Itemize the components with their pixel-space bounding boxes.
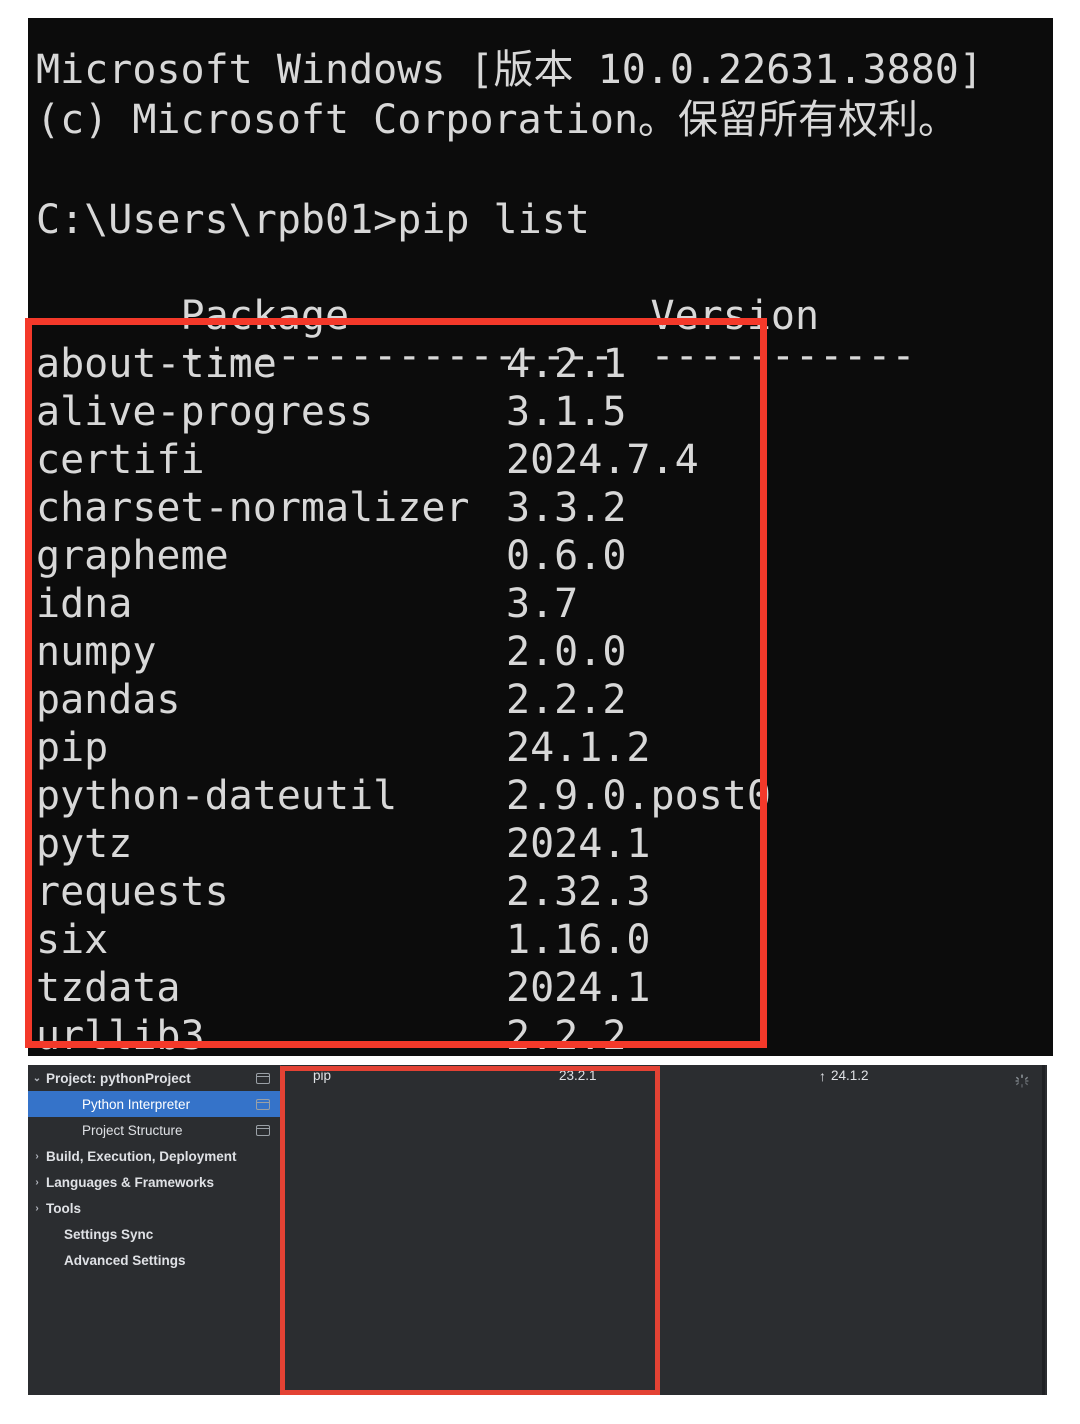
terminal-package-version: 24.1.2	[506, 725, 651, 771]
terminal-package-row: idna 3.7	[36, 580, 1046, 628]
terminal-copyright-line: (c) Microsoft Corporation。保留所有权利。	[36, 97, 959, 143]
chevron-down-icon[interactable]: ⌄	[28, 1073, 46, 1084]
terminal-package-version: 2.9.0.post0	[506, 773, 771, 819]
terminal-package-name: grapheme	[36, 533, 229, 579]
terminal-package-name: charset-normalizer	[36, 485, 470, 531]
sidebar-item-label: Python Interpreter	[82, 1096, 191, 1112]
terminal-package-name: pytz	[36, 821, 133, 867]
sidebar-item-settings-sync[interactable]: Settings Sync	[28, 1221, 280, 1247]
sidebar-item-build-execution-deployment[interactable]: › Build, Execution, Deployment	[28, 1143, 280, 1169]
terminal-package-name: pandas	[36, 677, 181, 723]
settings-category-tree[interactable]: ⌄ Project: pythonProject Python Interprete…	[28, 1065, 280, 1395]
modified-settings-icon	[256, 1098, 270, 1110]
sidebar-item-project-pythonproject[interactable]: ⌄ Project: pythonProject	[28, 1065, 280, 1091]
terminal-package-version: 3.3.2	[506, 485, 627, 531]
upgrade-arrow-icon[interactable]: ↑	[819, 1069, 826, 1083]
terminal-package-version: 1.16.0	[506, 917, 651, 963]
terminal-package-name: idna	[36, 581, 133, 627]
sidebar-item-project-structure[interactable]: Project Structure	[28, 1117, 280, 1143]
terminal-package-row: pytz 2024.1	[36, 820, 1046, 868]
package-name-cell: pip	[313, 1068, 332, 1083]
package-version-cell: 23.2.1	[559, 1068, 597, 1083]
terminal-package-version: 4.2.1	[506, 341, 627, 387]
terminal-package-row: charset-normalizer 3.3.2	[36, 484, 1046, 532]
terminal-package-version: 2.32.3	[506, 869, 651, 915]
package-latest-version-label: 24.1.2	[831, 1068, 869, 1083]
sidebar-item-languages-frameworks[interactable]: › Languages & Frameworks	[28, 1169, 280, 1195]
pycharm-settings-panel[interactable]: ⌄ Project: pythonProject Python Interprete…	[28, 1065, 1047, 1395]
terminal-package-list: about-time 4.2.1 alive-progress 3.1.5 certif…	[36, 340, 1046, 1056]
installed-packages-table[interactable]: pip 23.2.1 ↑ 24.1.2	[280, 1065, 1047, 1395]
terminal-package-row: tzdata 2024.1	[36, 964, 1046, 1012]
terminal-package-row: certifi 2024.7.4	[36, 436, 1046, 484]
terminal-package-version: 2024.7.4	[506, 437, 699, 483]
terminal-package-row: pip 24.1.2	[36, 724, 1046, 772]
terminal-package-version: 2.2.2	[506, 677, 627, 723]
modified-settings-icon	[256, 1124, 270, 1136]
sidebar-item-tools[interactable]: › Tools	[28, 1195, 280, 1221]
sidebar-item-label: Advanced Settings	[64, 1252, 186, 1268]
terminal-package-name: alive-progress	[36, 389, 374, 435]
terminal-package-name: about-time	[36, 341, 277, 387]
terminal-package-name: urllib3	[36, 1013, 205, 1056]
terminal-package-name: numpy	[36, 629, 157, 675]
chevron-right-icon[interactable]: ›	[28, 1151, 46, 1162]
terminal-package-version: 2024.1	[506, 965, 651, 1011]
terminal-package-version: 2.0.0	[506, 629, 627, 675]
terminal-prompt-command-line: C:\Users\rpb01>pip list	[36, 197, 590, 243]
terminal-package-name: six	[36, 917, 109, 963]
terminal-package-version: 3.1.5	[506, 389, 627, 435]
terminal-package-row: six 1.16.0	[36, 916, 1046, 964]
terminal-package-name: tzdata	[36, 965, 181, 1011]
sidebar-item-advanced-settings[interactable]: Advanced Settings	[28, 1247, 280, 1273]
terminal-package-version: 0.6.0	[506, 533, 627, 579]
chevron-right-icon[interactable]: ›	[28, 1177, 46, 1188]
sidebar-item-label: Languages & Frameworks	[46, 1174, 215, 1190]
terminal-package-row: alive-progress 3.1.5	[36, 388, 1046, 436]
package-latest-version-cell[interactable]: ↑ 24.1.2	[819, 1068, 869, 1083]
terminal-os-version-line: Microsoft Windows [版本 10.0.22631.3880]	[36, 47, 983, 93]
sidebar-item-python-interpreter[interactable]: Python Interpreter	[28, 1091, 280, 1117]
loading-spinner-icon	[1015, 1074, 1029, 1088]
chevron-right-icon[interactable]: ›	[28, 1203, 46, 1214]
terminal-package-row: numpy 2.0.0	[36, 628, 1046, 676]
sidebar-item-label: Project: pythonProject	[46, 1070, 191, 1086]
terminal-package-row: about-time 4.2.1	[36, 340, 1046, 388]
table-row[interactable]: pip 23.2.1 ↑ 24.1.2	[281, 1065, 1047, 1091]
terminal-package-name: requests	[36, 869, 229, 915]
terminal-package-row: pandas 2.2.2	[36, 676, 1046, 724]
terminal-package-name: pip	[36, 725, 109, 771]
terminal-package-row: urllib3 2.2.2	[36, 1012, 1046, 1056]
terminal-package-version: 2024.1	[506, 821, 651, 867]
terminal-package-version: 2.2.2	[506, 1013, 627, 1056]
sidebar-item-label: Tools	[46, 1200, 81, 1216]
terminal-package-name: certifi	[36, 437, 205, 483]
windows-command-prompt[interactable]: Microsoft Windows [版本 10.0.22631.3880] (…	[28, 18, 1053, 1056]
terminal-package-version: 3.7	[506, 581, 579, 627]
terminal-package-row: requests 2.32.3	[36, 868, 1046, 916]
vertical-scrollbar[interactable]	[1042, 1065, 1045, 1395]
sidebar-item-label: Settings Sync	[64, 1226, 154, 1242]
modified-settings-icon	[256, 1072, 270, 1084]
terminal-package-row: grapheme 0.6.0	[36, 532, 1046, 580]
terminal-package-name: python-dateutil	[36, 773, 398, 819]
sidebar-item-label: Project Structure	[82, 1122, 183, 1138]
sidebar-item-label: Build, Execution, Deployment	[46, 1148, 237, 1164]
screenshot-root: Microsoft Windows [版本 10.0.22631.3880] (…	[0, 0, 1080, 1424]
terminal-package-row: python-dateutil 2.9.0.post0	[36, 772, 1046, 820]
